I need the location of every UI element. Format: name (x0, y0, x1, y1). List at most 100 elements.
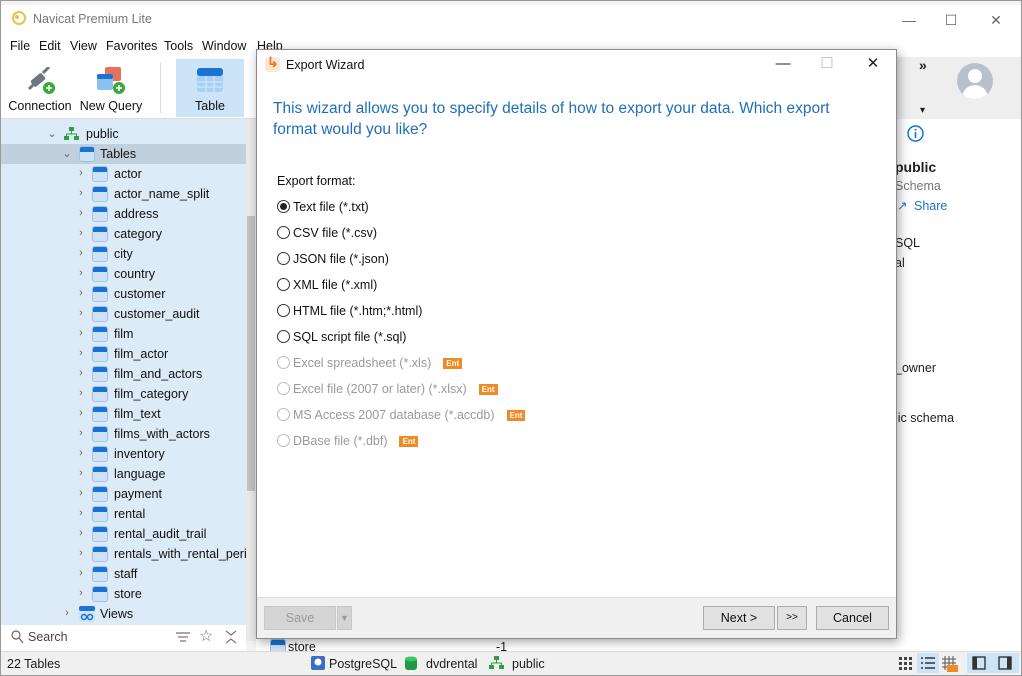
tree-node-table[interactable]: › inventory (1, 444, 246, 464)
chevron-right-icon[interactable]: › (76, 567, 86, 579)
chevron-right-icon[interactable]: › (76, 587, 86, 599)
tree-node-table[interactable]: › film_text (1, 404, 246, 424)
radio-button[interactable] (277, 200, 290, 213)
tree-node-table[interactable]: › film (1, 324, 246, 344)
right-panel-icon[interactable] (998, 656, 1012, 670)
tree-node-views[interactable]: › Views (1, 604, 246, 624)
finish-button[interactable]: >> (777, 606, 807, 630)
cancel-button[interactable]: Cancel (816, 606, 889, 630)
tree-node-table[interactable]: › films_with_actors (1, 424, 246, 444)
tree-node-table[interactable]: › category (1, 224, 246, 244)
chevron-right-icon[interactable]: › (76, 547, 86, 559)
tree-node-schema[interactable]: ⌄ public (1, 124, 246, 144)
star-icon[interactable]: ☆ (199, 626, 213, 646)
tree-node-table[interactable]: › address (1, 204, 246, 224)
collapse-icon[interactable] (225, 630, 237, 644)
new-query-button[interactable]: New Query (79, 59, 143, 117)
tree-node-table[interactable]: › city (1, 244, 246, 264)
tree-node-table[interactable]: › actor (1, 164, 246, 184)
chevron-right-icon[interactable]: › (76, 367, 86, 379)
tree-node-table[interactable]: › rentals_with_rental_perio (1, 544, 246, 564)
minimize-button[interactable]: — (899, 11, 919, 29)
chevron-right-icon[interactable]: › (76, 507, 86, 519)
menu-edit[interactable]: Edit (39, 39, 61, 53)
chevron-right-icon[interactable]: › (76, 307, 86, 319)
grid-view-icon[interactable] (899, 657, 913, 670)
enterprise-badge: Ent (478, 384, 498, 395)
info-subtitle: Schema (895, 179, 941, 193)
menu-view[interactable]: View (70, 39, 97, 53)
chevron-right-icon[interactable]: › (76, 287, 86, 299)
list-view-icon (921, 657, 935, 669)
chevron-right-icon[interactable]: › (76, 527, 86, 539)
radio-button[interactable] (277, 330, 290, 343)
tree-scrollbar-thumb[interactable] (247, 216, 255, 491)
filter-icon[interactable] (176, 631, 190, 643)
list-view-button[interactable] (917, 653, 939, 673)
dialog-close-button[interactable]: ✕ (861, 54, 885, 74)
chevron-right-icon[interactable]: › (76, 267, 86, 279)
table-name: films_with_actors (114, 427, 210, 441)
maximize-button[interactable]: ☐ (941, 11, 961, 29)
tree-node-table[interactable]: › customer_audit (1, 304, 246, 324)
table-button[interactable]: Table (176, 59, 244, 117)
menu-file[interactable]: File (10, 39, 30, 53)
table-name: payment (114, 487, 162, 501)
chevron-down-icon[interactable]: ⌄ (47, 127, 57, 140)
connection-button[interactable]: Connection (5, 59, 75, 117)
share-icon[interactable]: ↗ (897, 198, 907, 213)
tree-node-table[interactable]: › actor_name_split (1, 184, 246, 204)
chevron-right-icon[interactable]: › (76, 247, 86, 259)
chevron-right-icon[interactable]: › (76, 427, 86, 439)
chevron-right-icon[interactable]: › (76, 487, 86, 499)
search-input[interactable]: Search (28, 630, 68, 644)
table-name: inventory (114, 447, 165, 461)
tree-node-table[interactable]: › store (1, 584, 246, 604)
connection-type: PostgreSQL (329, 657, 398, 671)
toolbar-overflow-button[interactable]: » (919, 57, 927, 73)
share-link[interactable]: Share (914, 199, 947, 213)
tree-node-table[interactable]: › payment (1, 484, 246, 504)
chevron-right-icon[interactable]: › (76, 207, 86, 219)
chevron-right-icon[interactable]: › (76, 467, 86, 479)
user-avatar[interactable] (957, 63, 993, 99)
chevron-right-icon[interactable]: › (76, 347, 86, 359)
next-button[interactable]: Next > (703, 606, 775, 630)
tree-node-table[interactable]: › rental_audit_trail (1, 524, 246, 544)
close-button[interactable]: ✕ (986, 11, 1006, 29)
tree-node-table[interactable]: › staff (1, 564, 246, 584)
chevron-right-icon[interactable]: › (76, 187, 86, 199)
table-name: country (114, 267, 155, 281)
tree-node-table[interactable]: › language (1, 464, 246, 484)
chevron-right-icon[interactable]: › (76, 447, 86, 459)
tree-node-table[interactable]: › film_and_actors (1, 364, 246, 384)
chevron-right-icon[interactable]: › (76, 327, 86, 339)
radio-button[interactable] (277, 226, 290, 239)
radio-button[interactable] (277, 252, 290, 265)
toolbar-dropdown-icon[interactable]: ▾ (920, 105, 925, 116)
tree-node-table[interactable]: › film_category (1, 384, 246, 404)
tree-node-tables[interactable]: ⌄ Tables (1, 144, 246, 164)
menu-favorites[interactable]: Favorites (106, 39, 157, 53)
tree-node-table[interactable]: › country (1, 264, 246, 284)
left-panel-icon[interactable] (972, 656, 986, 670)
chevron-down-icon[interactable]: ⌄ (62, 147, 72, 160)
radio-button (277, 382, 290, 395)
chevron-right-icon[interactable]: › (76, 227, 86, 239)
dialog-minimize-button[interactable]: — (771, 54, 795, 74)
chevron-right-icon[interactable]: › (76, 407, 86, 419)
tree-node-table[interactable]: › customer (1, 284, 246, 304)
info-icon[interactable] (907, 125, 924, 142)
radio-button[interactable] (277, 304, 290, 317)
radio-button[interactable] (277, 278, 290, 291)
tree-node-table[interactable]: › film_actor (1, 344, 246, 364)
tree-node-table[interactable]: › rental (1, 504, 246, 524)
menu-window[interactable]: Window (202, 39, 246, 53)
chevron-right-icon[interactable]: › (76, 167, 86, 179)
menu-tools[interactable]: Tools (164, 39, 193, 53)
chevron-right-icon[interactable]: › (76, 387, 86, 399)
detail-view-icon[interactable] (942, 656, 958, 672)
chevron-right-icon[interactable]: › (62, 607, 72, 619)
table-icon (92, 506, 108, 522)
option-label: Excel file (2007 or later) (*.xlsx) (293, 382, 467, 396)
